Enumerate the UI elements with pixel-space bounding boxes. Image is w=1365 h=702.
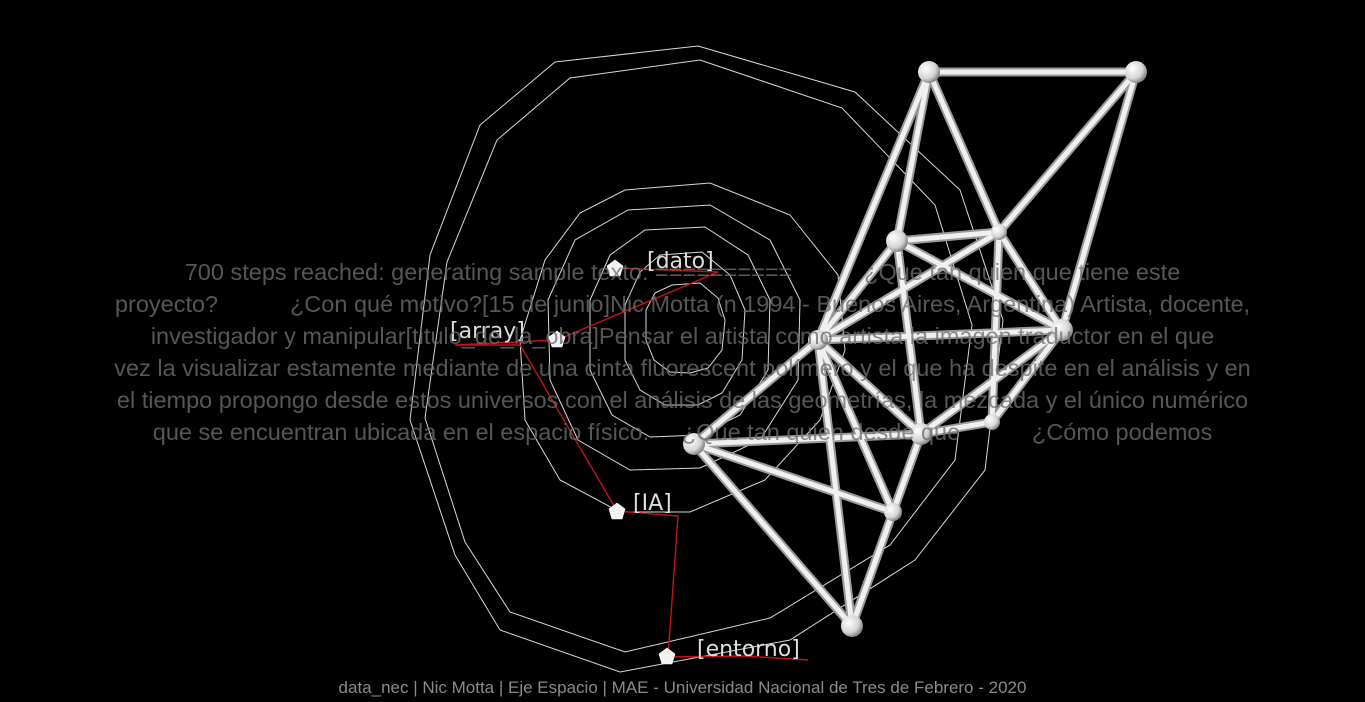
joint-sphere: [991, 224, 1007, 240]
network-scene: [dato] [array] [IA] [entorno]: [409, 45, 1147, 673]
joint-sphere: [1051, 319, 1073, 341]
node-marker-ia[interactable]: [608, 502, 626, 520]
node-label-array: [array]: [450, 319, 525, 344]
visualization-stage: [dato] [array] [IA] [entorno] 700 steps …: [0, 0, 1365, 702]
tube-structure: [683, 61, 1147, 637]
node-marker-entorno[interactable]: [658, 647, 676, 665]
node-markers: [548, 259, 676, 665]
path-array-ia: [454, 339, 618, 512]
joint-sphere: [910, 423, 932, 445]
joint-sphere: [841, 615, 863, 637]
orbit-ring-mid: [519, 182, 846, 513]
node-marker-array[interactable]: [548, 330, 566, 348]
joint-sphere: [808, 330, 828, 350]
joint-sphere: [1125, 61, 1147, 83]
joint-sphere: [884, 503, 902, 521]
node-label-entorno: [entorno]: [697, 637, 800, 662]
orbit-ring-inner-1: [547, 204, 801, 471]
orbit-ring-inner-4: [645, 282, 726, 374]
joint-sphere: [984, 414, 1000, 430]
node-marker-dato[interactable]: [606, 259, 624, 277]
joint-sphere: [918, 61, 940, 83]
path-ia-entorno: [616, 510, 679, 658]
orbit-ring-inner-3: [624, 251, 746, 406]
footer-credit: data_nec | Nic Motta | Eje Espacio | MAE…: [338, 678, 1027, 697]
joint-sphere: [886, 230, 908, 252]
node-label-ia: [IA]: [633, 491, 672, 516]
joint-sphere: [683, 433, 705, 455]
path-dato-array: [556, 267, 719, 341]
node-label-dato: [dato]: [647, 249, 714, 274]
orbit-ring-outer-2: [424, 59, 973, 653]
